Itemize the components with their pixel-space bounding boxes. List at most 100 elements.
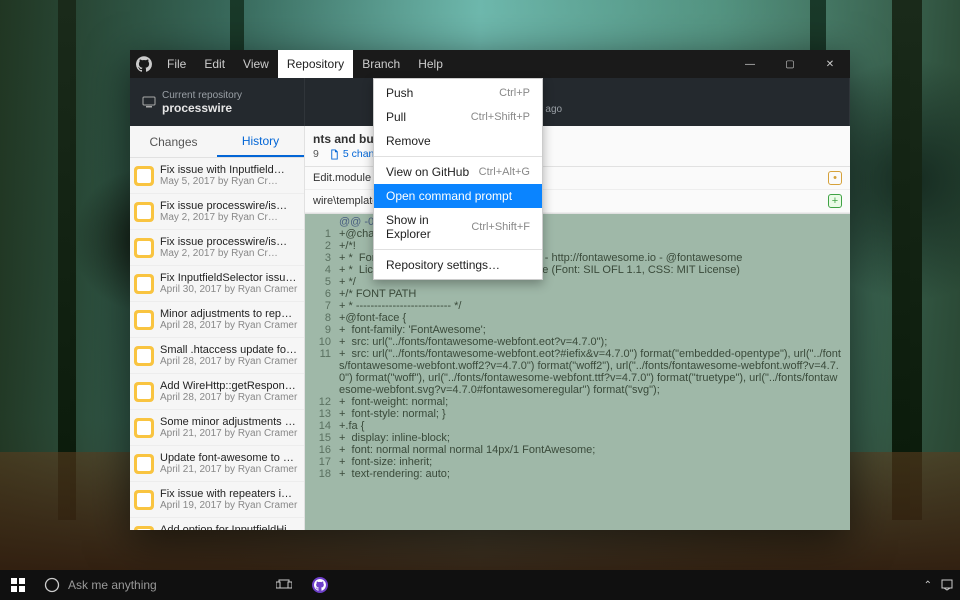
diff-line: 15+ display: inline-block; [305, 432, 850, 444]
titlebar: FileEditViewRepositoryBranchHelp — ▢ ✕ [130, 50, 850, 78]
line-number: 4 [305, 264, 339, 276]
line-number: 15 [305, 432, 339, 444]
commit-avatar-icon [134, 454, 154, 474]
line-number: 10 [305, 336, 339, 348]
commit-title: Minor adjustments to repeater and … [160, 308, 298, 320]
file-modified-icon: • [828, 171, 842, 185]
line-number [305, 216, 339, 228]
repository-menu: PushCtrl+PPullCtrl+Shift+PRemove View on … [373, 78, 543, 280]
commit-meta: April 19, 2017 by Ryan Cramer [160, 500, 298, 511]
sidebar: Changes History Fix issue with Inputfiel… [130, 126, 305, 530]
commit-item[interactable]: Fix issue with repeaters in renderVa…Apr… [130, 482, 304, 518]
search-placeholder: Ask me anything [68, 578, 157, 592]
notifications-icon[interactable] [940, 578, 954, 592]
system-tray[interactable]: ⌃ [924, 578, 960, 592]
sidebar-tabs: Changes History [130, 126, 304, 158]
windows-taskbar: Ask me anything ⌃ [0, 570, 960, 600]
menu-edit[interactable]: Edit [195, 50, 234, 78]
diff-line: 9+ font-family: 'FontAwesome'; [305, 324, 850, 336]
commit-avatar-icon [134, 238, 154, 258]
commit-item[interactable]: Update font-awesome to 4.7 per pr…April … [130, 446, 304, 482]
tab-changes[interactable]: Changes [130, 126, 217, 157]
start-button[interactable] [0, 578, 36, 592]
commit-meta: May 2, 2017 by Ryan Cr… [160, 248, 298, 259]
cortana-icon [44, 577, 60, 593]
menu-item-repository-settings-[interactable]: Repository settings… [374, 253, 542, 277]
commit-item[interactable]: Minor adjustments to repeater and …April… [130, 302, 304, 338]
commit-item[interactable]: Some minor adjustments and bump…April 21… [130, 410, 304, 446]
taskbar-search[interactable]: Ask me anything [36, 570, 266, 600]
commit-item[interactable]: Add WireHttp::getResponseHeader…April 28… [130, 374, 304, 410]
menu-item-push[interactable]: PushCtrl+P [374, 81, 542, 105]
computer-icon [142, 95, 156, 109]
current-repository-selector[interactable]: Current repository processwire [130, 78, 305, 126]
commit-title: Fix issue processwire/is… [160, 236, 298, 248]
menu-help[interactable]: Help [409, 50, 452, 78]
diff-line: 17+ font-size: inherit; [305, 456, 850, 468]
line-number: 8 [305, 312, 339, 324]
commit-avatar-icon [134, 202, 154, 222]
line-number: 2 [305, 240, 339, 252]
commit-item[interactable]: Fix issue with Inputfield…May 5, 2017 by… [130, 158, 304, 194]
menu-item-pull[interactable]: PullCtrl+Shift+P [374, 105, 542, 129]
line-content: +@font-face { [339, 312, 850, 324]
menu-view[interactable]: View [234, 50, 278, 78]
file-icon [329, 149, 340, 160]
commit-avatar-icon [134, 382, 154, 402]
tray-chevron-up-icon[interactable]: ⌃ [924, 580, 932, 591]
commit-avatar-icon [134, 274, 154, 294]
repo-name: processwire [162, 101, 242, 115]
line-number: 18 [305, 468, 339, 480]
commit-item[interactable]: Small .htaccess update for HTTPS re…Apri… [130, 338, 304, 374]
line-content: + font-style: normal; } [339, 408, 850, 420]
commit-title: Fix issue with Inputfield… [160, 164, 298, 176]
menu-item-remove[interactable]: Remove [374, 129, 542, 153]
diff-line: 18+ text-rendering: auto; [305, 468, 850, 480]
commit-item[interactable]: Fix InputfieldSelector issue identifie…A… [130, 266, 304, 302]
line-number: 7 [305, 300, 339, 312]
menu-file[interactable]: File [158, 50, 195, 78]
commit-title: Some minor adjustments and bump… [160, 416, 298, 428]
minimize-button[interactable]: — [730, 50, 770, 78]
task-view-button[interactable] [266, 570, 302, 600]
menu-repository[interactable]: Repository [278, 50, 353, 78]
taskbar-app-github[interactable] [302, 570, 338, 600]
commit-title: Fix issue with repeaters in renderVa… [160, 488, 298, 500]
diff-line: 7+ * -------------------------- */ [305, 300, 850, 312]
line-number: 11 [305, 348, 339, 396]
menu-item-show-in-explorer[interactable]: Show in ExplorerCtrl+Shift+F [374, 208, 542, 246]
diff-line: 11+ src: url("../fonts/fontawesome-webfo… [305, 348, 850, 396]
line-number: 16 [305, 444, 339, 456]
menu-separator [374, 249, 542, 250]
commit-list[interactable]: Fix issue with Inputfield…May 5, 2017 by… [130, 158, 304, 530]
commit-avatar-icon [134, 526, 154, 530]
line-number: 14 [305, 420, 339, 432]
commit-avatar-icon [134, 166, 154, 186]
diff-line: 13+ font-style: normal; } [305, 408, 850, 420]
github-icon [130, 56, 158, 72]
commit-title: Fix issue processwire/is… [160, 200, 298, 212]
file-added-icon: + [828, 194, 842, 208]
commit-item[interactable]: Fix issue processwire/is…May 2, 2017 by … [130, 194, 304, 230]
commit-meta: May 2, 2017 by Ryan Cr… [160, 212, 298, 223]
menu-item-view-on-github[interactable]: View on GitHubCtrl+Alt+G [374, 160, 542, 184]
maximize-button[interactable]: ▢ [770, 50, 810, 78]
line-content: + src: url("../fonts/fontawesome-webfont… [339, 336, 850, 348]
diff-line: 6+/* FONT PATH [305, 288, 850, 300]
commit-title: Add WireHttp::getResponseHeader… [160, 380, 298, 392]
commit-meta: April 30, 2017 by Ryan Cramer [160, 284, 298, 295]
tab-history[interactable]: History [217, 126, 304, 157]
diff-line: 8+@font-face { [305, 312, 850, 324]
commit-item[interactable]: Fix issue processwire/is…May 2, 2017 by … [130, 230, 304, 266]
repo-label: Current repository [162, 90, 242, 101]
menu-branch[interactable]: Branch [353, 50, 409, 78]
diff-line: 16+ font: normal normal normal 14px/1 Fo… [305, 444, 850, 456]
line-number: 13 [305, 408, 339, 420]
menubar: FileEditViewRepositoryBranchHelp [158, 50, 452, 78]
line-content: + display: inline-block; [339, 432, 850, 444]
commit-title: Update font-awesome to 4.7 per pr… [160, 452, 298, 464]
menu-item-open-command-prompt[interactable]: Open command prompt [374, 184, 542, 208]
commit-item[interactable]: Add option for InputfieldHidden to …Apri… [130, 518, 304, 530]
close-button[interactable]: ✕ [810, 50, 850, 78]
commit-title: Add option for InputfieldHidden to … [160, 524, 298, 530]
